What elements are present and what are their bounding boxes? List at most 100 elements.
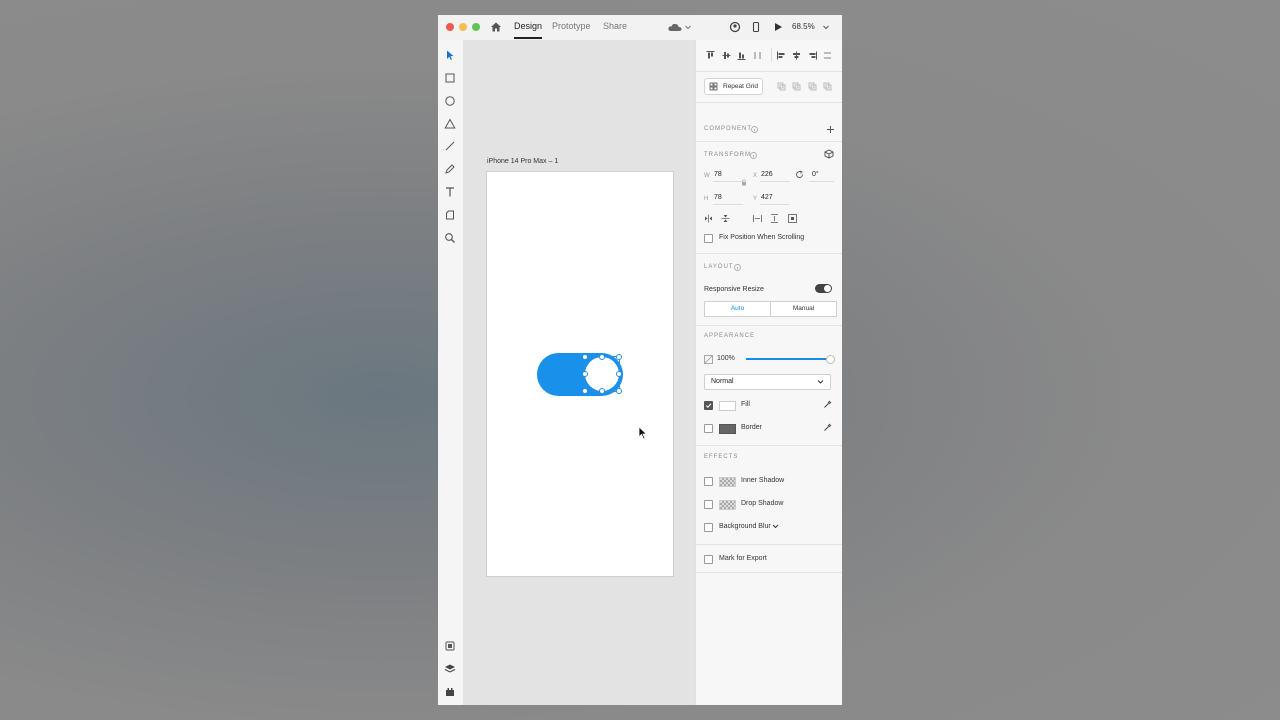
resize-handle[interactable] — [582, 388, 588, 394]
section-divider — [696, 71, 842, 72]
artboard[interactable] — [486, 171, 674, 577]
fix-position-checkbox[interactable] — [704, 234, 713, 243]
fill-color-swatch[interactable] — [719, 401, 736, 411]
info-icon[interactable] — [734, 264, 741, 271]
boolean-exclude-icon[interactable] — [823, 82, 832, 91]
drop-shadow-checkbox[interactable] — [704, 500, 713, 509]
info-icon[interactable] — [750, 152, 757, 159]
x-position-input[interactable]: 226 — [761, 171, 773, 178]
mark-export-checkbox[interactable] — [704, 555, 713, 564]
align-center-icon[interactable] — [792, 51, 801, 60]
align-left-icon[interactable] — [777, 51, 786, 60]
distribute-horizontal-icon[interactable] — [753, 51, 762, 60]
text-tool-icon[interactable] — [444, 186, 456, 198]
tab-share[interactable]: Share — [603, 21, 627, 31]
layers-icon[interactable] — [444, 663, 456, 675]
section-divider — [696, 253, 842, 254]
coediting-icon[interactable] — [729, 21, 741, 33]
boolean-intersect-icon[interactable] — [808, 82, 817, 91]
chevron-down-icon[interactable] — [684, 21, 692, 33]
home-icon[interactable] — [490, 21, 502, 33]
boolean-add-icon[interactable] — [777, 82, 786, 91]
fill-checkbox[interactable] — [704, 401, 713, 410]
design-canvas[interactable]: iPhone 14 Pro Max – 1 — [463, 40, 695, 705]
fit-content-icon[interactable] — [788, 214, 797, 223]
align-top-icon[interactable] — [706, 51, 715, 60]
info-icon[interactable] — [751, 126, 758, 133]
align-right-icon[interactable] — [808, 51, 817, 60]
blend-mode-value: Normal — [711, 378, 734, 385]
document-assets-icon[interactable] — [444, 640, 456, 652]
artboard-tool-icon[interactable] — [444, 209, 456, 221]
layout-section-header: LAYOUT — [704, 264, 734, 270]
inner-shadow-checkbox[interactable] — [704, 477, 713, 486]
eyedropper-icon[interactable] — [823, 423, 832, 432]
flip-horizontal-icon[interactable] — [704, 214, 713, 223]
responsive-resize-toggle[interactable] — [815, 284, 832, 293]
chevron-down-icon[interactable] — [772, 523, 779, 530]
3d-transform-icon[interactable] — [824, 149, 834, 159]
resize-handle[interactable] — [616, 388, 622, 394]
line-tool-icon[interactable] — [444, 140, 456, 152]
repeat-grid-button[interactable]: Repeat Grid — [704, 78, 763, 95]
responsive-resize-label: Responsive Resize — [704, 286, 764, 293]
background-blur-checkbox[interactable] — [704, 523, 713, 532]
tab-design[interactable]: Design — [514, 21, 542, 31]
responsive-manual-option[interactable]: Manual — [770, 301, 837, 317]
ellipse-tool-icon[interactable] — [444, 95, 456, 107]
select-tool-icon[interactable] — [444, 49, 456, 61]
background-blur-label[interactable]: Background Blur — [719, 523, 771, 530]
opacity-value[interactable]: 100% — [717, 355, 735, 362]
border-color-swatch[interactable] — [719, 424, 736, 434]
inner-shadow-swatch[interactable] — [719, 477, 736, 487]
polygon-tool-icon[interactable] — [444, 118, 456, 130]
resize-handle[interactable] — [616, 354, 622, 360]
boolean-subtract-icon[interactable] — [792, 82, 801, 91]
responsive-auto-option[interactable]: Auto — [704, 301, 771, 317]
repeat-grid-label: Repeat Grid — [723, 83, 759, 90]
add-component-icon[interactable] — [826, 125, 835, 134]
cloud-icon[interactable] — [667, 21, 683, 33]
opacity-slider-track[interactable] — [746, 358, 828, 360]
resize-handle[interactable] — [582, 371, 588, 377]
minimize-window-button[interactable] — [459, 23, 467, 31]
resize-handle[interactable] — [599, 388, 605, 394]
device-preview-icon[interactable] — [750, 21, 762, 33]
section-divider — [696, 325, 842, 326]
artboard-name[interactable]: iPhone 14 Pro Max – 1 — [487, 158, 558, 165]
rotate-icon[interactable] — [795, 170, 804, 179]
rotation-input[interactable]: 0° — [812, 171, 819, 178]
rectangle-tool-icon[interactable] — [444, 72, 456, 84]
align-bottom-icon[interactable] — [737, 51, 746, 60]
resize-handle[interactable] — [599, 354, 605, 360]
flip-vertical-icon[interactable] — [721, 214, 730, 223]
zoom-dropdown-chevron-icon[interactable] — [822, 21, 830, 33]
property-inspector: Repeat Grid COMPONENT TRANSFORM W 78 X 2… — [695, 40, 842, 705]
eyedropper-icon[interactable] — [823, 400, 832, 409]
fit-height-icon[interactable] — [770, 214, 779, 223]
tab-prototype[interactable]: Prototype — [552, 21, 591, 31]
resize-handle[interactable] — [582, 354, 588, 360]
close-window-button[interactable] — [446, 23, 454, 31]
zoom-level[interactable]: 68.5% — [792, 22, 815, 31]
distribute-vertical-icon[interactable] — [823, 51, 832, 60]
opacity-slider-thumb[interactable] — [826, 355, 835, 364]
play-icon[interactable] — [772, 21, 784, 33]
fit-width-icon[interactable] — [753, 214, 762, 223]
plugins-icon[interactable] — [444, 686, 456, 698]
y-position-input[interactable]: 427 — [761, 194, 773, 201]
drop-shadow-swatch[interactable] — [719, 500, 736, 510]
width-input[interactable]: 78 — [714, 171, 722, 178]
lock-aspect-icon[interactable] — [741, 179, 747, 186]
pen-tool-icon[interactable] — [444, 163, 456, 175]
rotation-input-underline — [809, 181, 834, 182]
align-middle-icon[interactable] — [722, 51, 731, 60]
blend-mode-dropdown[interactable]: Normal — [704, 374, 831, 390]
maximize-window-button[interactable] — [472, 23, 480, 31]
border-checkbox[interactable] — [704, 424, 713, 433]
zoom-tool-icon[interactable] — [444, 232, 456, 244]
section-divider — [696, 445, 842, 446]
height-label: H — [704, 196, 709, 202]
resize-handle[interactable] — [616, 371, 622, 377]
height-input[interactable]: 78 — [714, 194, 722, 201]
